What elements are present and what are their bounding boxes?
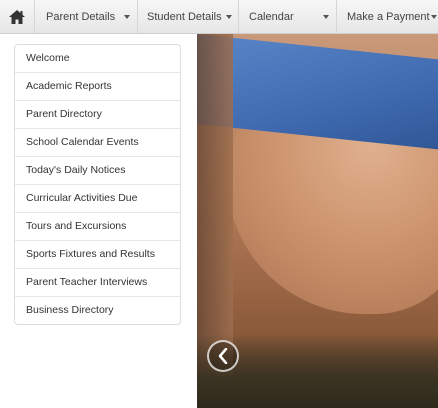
nav-calendar[interactable]: Calendar xyxy=(239,0,337,33)
top-navbar: Parent Details Student Details Calendar … xyxy=(0,0,438,34)
nav-student-details[interactable]: Student Details xyxy=(138,0,239,33)
sidebar-item-academic-reports[interactable]: Academic Reports xyxy=(15,73,180,101)
nav-label: Make a Payment xyxy=(347,10,430,23)
carousel-prev-button[interactable] xyxy=(207,340,239,372)
nav-label: Student Details xyxy=(147,10,222,23)
nav-parent-details[interactable]: Parent Details xyxy=(34,0,138,33)
sidebar-item-tours-excursions[interactable]: Tours and Excursions xyxy=(15,213,180,241)
sidebar-item-school-calendar-events[interactable]: School Calendar Events xyxy=(15,129,180,157)
sidebar-item-daily-notices[interactable]: Today's Daily Notices xyxy=(15,157,180,185)
sidebar-item-parent-teacher-interviews[interactable]: Parent Teacher Interviews xyxy=(15,269,180,297)
sidebar-item-business-directory[interactable]: Business Directory xyxy=(15,297,180,324)
caret-down-icon xyxy=(226,15,232,19)
caret-down-icon xyxy=(323,15,329,19)
chevron-left-icon xyxy=(218,348,228,364)
caret-down-icon xyxy=(124,15,130,19)
sidebar-item-curricular-activities[interactable]: Curricular Activities Due xyxy=(15,185,180,213)
home-button[interactable] xyxy=(0,0,35,33)
photo-sleeve-shape xyxy=(197,34,438,152)
nav-make-a-payment[interactable]: Make a Payment xyxy=(337,0,438,33)
sidebar-item-parent-directory[interactable]: Parent Directory xyxy=(15,101,180,129)
sidebar-item-sports-fixtures[interactable]: Sports Fixtures and Results xyxy=(15,241,180,269)
sidebar-menu: Welcome Academic Reports Parent Director… xyxy=(14,44,181,325)
nav-label: Parent Details xyxy=(46,10,116,23)
sidebar-item-welcome[interactable]: Welcome xyxy=(15,45,180,73)
caret-down-icon xyxy=(431,15,437,19)
nav-label: Calendar xyxy=(249,10,294,23)
home-icon xyxy=(9,9,25,24)
